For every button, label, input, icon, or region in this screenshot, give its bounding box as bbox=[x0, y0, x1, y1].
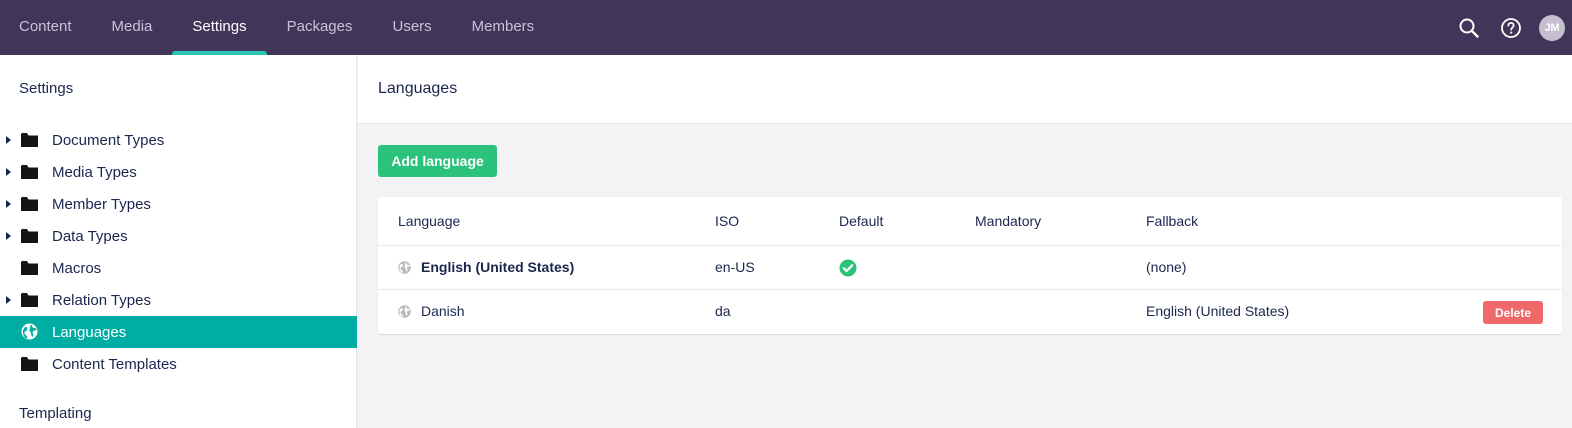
nav-packages[interactable]: Packages bbox=[267, 0, 373, 55]
languages-table: Language ISO Default Mandatory Fallback … bbox=[378, 197, 1562, 334]
checkmark-circle-icon bbox=[839, 259, 857, 277]
top-bar: Content Media Settings Packages Users Me… bbox=[0, 0, 1572, 55]
language-iso: en-US bbox=[715, 259, 755, 275]
sidebar-title: Settings bbox=[19, 80, 74, 97]
sidebar-item-member-types[interactable]: Member Types bbox=[0, 188, 357, 220]
language-fallback: (none) bbox=[1146, 259, 1187, 275]
caret-right-icon[interactable] bbox=[6, 296, 11, 304]
folder-icon bbox=[21, 261, 38, 275]
globe-icon bbox=[21, 323, 38, 340]
nav-settings[interactable]: Settings bbox=[172, 0, 267, 55]
language-name[interactable]: Danish bbox=[421, 303, 465, 319]
folder-icon bbox=[21, 357, 38, 371]
sidebar-item-label: Media Types bbox=[52, 163, 137, 181]
folder-icon bbox=[21, 133, 38, 147]
sidebar-item-label: Macros bbox=[52, 259, 102, 277]
sidebar-section-templating: Templating bbox=[19, 405, 92, 422]
sidebar-item-label: Member Types bbox=[52, 195, 151, 213]
sidebar-item-label: Languages bbox=[52, 323, 127, 341]
caret-right-icon[interactable] bbox=[6, 200, 11, 208]
folder-icon bbox=[21, 293, 38, 307]
table-row[interactable]: English (United States) en-US (none) bbox=[378, 246, 1562, 290]
caret-right-icon[interactable] bbox=[6, 232, 11, 240]
nav-members[interactable]: Members bbox=[452, 0, 555, 55]
column-header-fallback: Fallback bbox=[1146, 213, 1199, 229]
sidebar-item-label: Data Types bbox=[52, 227, 128, 245]
folder-icon bbox=[21, 165, 38, 179]
page-header: Languages bbox=[358, 55, 1572, 124]
sidebar: Settings Document Types Media Types Memb… bbox=[0, 55, 357, 428]
folder-icon bbox=[21, 197, 38, 211]
delete-button[interactable]: Delete bbox=[1483, 301, 1543, 324]
sidebar-item-macros[interactable]: Macros bbox=[0, 252, 357, 284]
caret-right-icon[interactable] bbox=[6, 168, 11, 176]
section-nav: Content Media Settings Packages Users Me… bbox=[0, 0, 554, 55]
language-name[interactable]: English (United States) bbox=[421, 259, 574, 275]
sidebar-item-data-types[interactable]: Data Types bbox=[0, 220, 357, 252]
nav-content[interactable]: Content bbox=[0, 0, 92, 55]
sidebar-item-label: Content Templates bbox=[52, 355, 177, 373]
column-header-mandatory: Mandatory bbox=[975, 213, 1042, 229]
nav-users[interactable]: Users bbox=[372, 0, 451, 55]
sidebar-item-content-templates[interactable]: Content Templates bbox=[0, 348, 357, 380]
column-header-default: Default bbox=[839, 213, 884, 229]
add-language-button[interactable]: Add language bbox=[378, 145, 497, 177]
avatar[interactable]: JM bbox=[1539, 14, 1565, 41]
column-header-language: Language bbox=[398, 213, 461, 229]
language-fallback: English (United States) bbox=[1146, 303, 1290, 319]
sidebar-item-media-types[interactable]: Media Types bbox=[0, 156, 357, 188]
help-icon[interactable] bbox=[1499, 16, 1523, 40]
language-iso: da bbox=[715, 303, 731, 319]
globe-icon bbox=[398, 261, 411, 274]
settings-tree: Document Types Media Types Member Types … bbox=[0, 124, 357, 380]
sidebar-item-label: Relation Types bbox=[52, 291, 151, 309]
sidebar-item-relation-types[interactable]: Relation Types bbox=[0, 284, 357, 316]
page-title: Languages bbox=[378, 80, 458, 97]
caret-right-icon[interactable] bbox=[6, 136, 11, 144]
sidebar-item-languages[interactable]: Languages bbox=[0, 316, 357, 348]
search-icon[interactable] bbox=[1457, 16, 1481, 40]
sidebar-item-document-types[interactable]: Document Types bbox=[0, 124, 357, 156]
folder-icon bbox=[21, 229, 38, 243]
top-actions: JM bbox=[1439, 0, 1572, 55]
table-header: Language ISO Default Mandatory Fallback bbox=[378, 197, 1562, 246]
sidebar-item-label: Document Types bbox=[52, 131, 165, 149]
globe-icon bbox=[398, 305, 411, 318]
column-header-iso: ISO bbox=[715, 213, 740, 229]
table-row[interactable]: Danish da English (United States) Delete bbox=[378, 290, 1562, 334]
nav-media[interactable]: Media bbox=[92, 0, 173, 55]
